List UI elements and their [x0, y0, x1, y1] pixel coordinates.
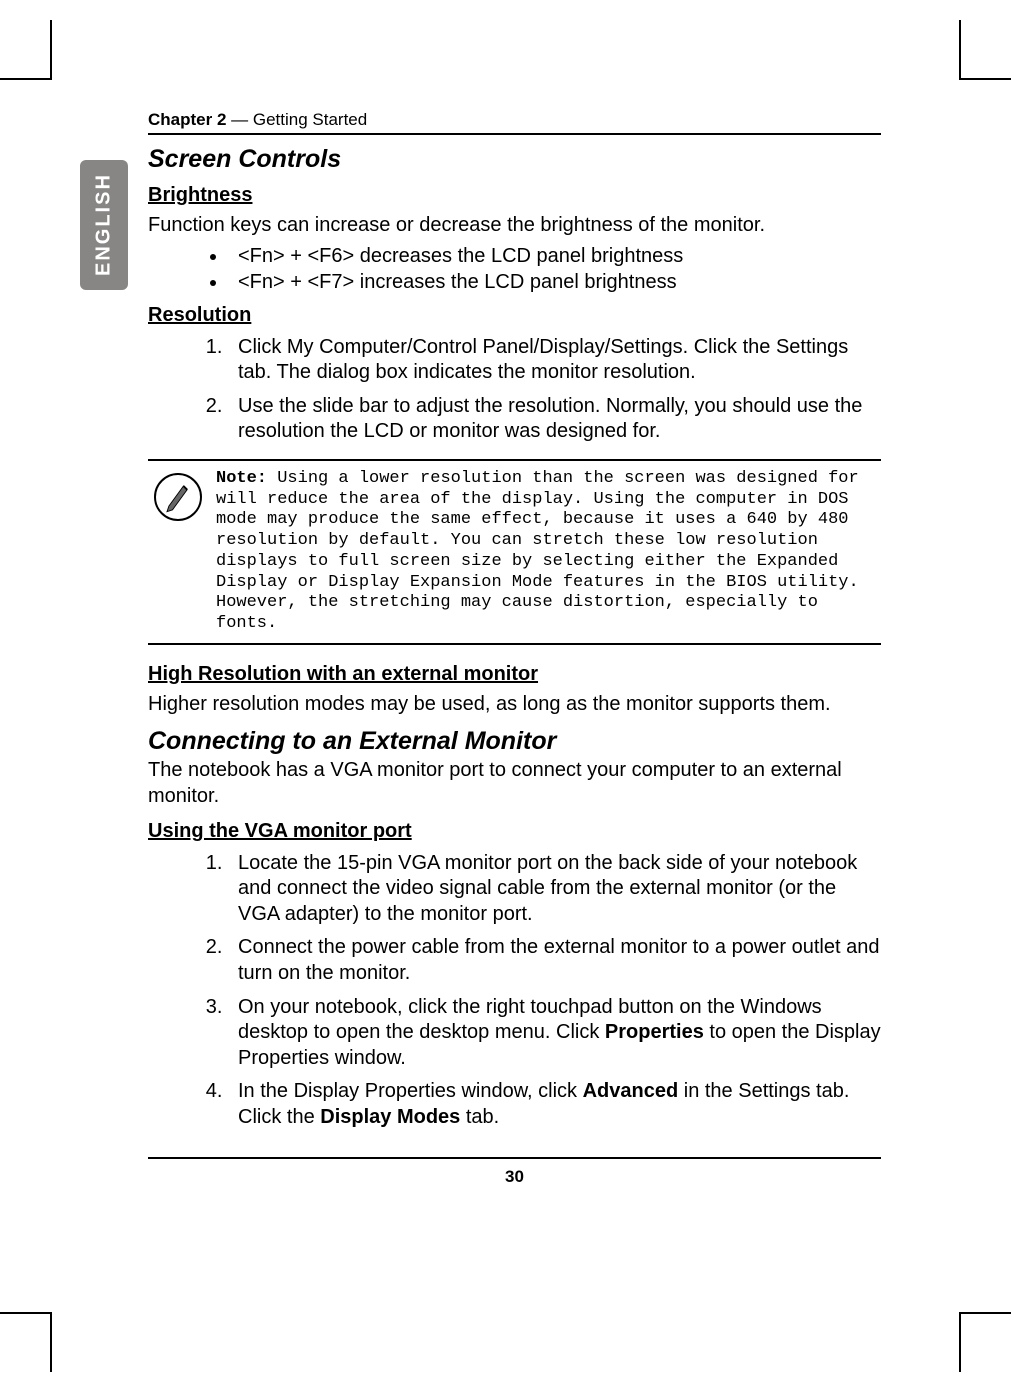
list-item: Connect the power cable from the externa… — [228, 935, 881, 986]
text: In the Display Properties window, click — [238, 1080, 583, 1102]
heading-resolution: Resolution — [148, 304, 881, 327]
chapter-title: — Getting Started — [226, 110, 367, 129]
text: tab. — [460, 1106, 499, 1128]
list-item: <Fn> + <F6> decreases the LCD panel brig… — [228, 245, 881, 268]
note-callout: Note: Using a lower resolution than the … — [148, 459, 881, 645]
chapter-number: Chapter 2 — [148, 110, 226, 129]
heading-brightness: Brightness — [148, 184, 881, 207]
page-number: 30 — [148, 1157, 881, 1187]
pencil-icon — [154, 473, 202, 521]
section-external-monitor: Connecting to an External Monitor — [148, 727, 881, 756]
chapter-header: Chapter 2 — Getting Started — [148, 110, 881, 135]
list-item: Use the slide bar to adjust the resoluti… — [228, 394, 881, 445]
bold-text: Display Modes — [320, 1106, 460, 1128]
list-item: On your notebook, click the right touchp… — [228, 995, 881, 1072]
high-resolution-text: Higher resolution modes may be used, as … — [148, 692, 881, 718]
list-item: Click My Computer/Control Panel/Display/… — [228, 335, 881, 386]
heading-vga-port: Using the VGA monitor port — [148, 820, 881, 843]
heading-high-resolution: High Resolution with an external monitor — [148, 663, 881, 686]
list-item: In the Display Properties window, click … — [228, 1079, 881, 1130]
brightness-intro: Function keys can increase or decrease t… — [148, 213, 881, 239]
bold-text: Properties — [605, 1021, 704, 1043]
note-body: Using a lower resolution than the screen… — [216, 469, 859, 633]
external-monitor-intro: The notebook has a VGA monitor port to c… — [148, 758, 881, 809]
bold-text: Advanced — [583, 1080, 679, 1102]
language-tab: ENGLISH — [80, 160, 128, 290]
note-label: Note: — [216, 469, 267, 488]
list-item: <Fn> + <F7> increases the LCD panel brig… — [228, 271, 881, 294]
section-screen-controls: Screen Controls — [148, 145, 881, 174]
list-item: Locate the 15-pin VGA monitor port on th… — [228, 851, 881, 928]
note-text: Note: Using a lower resolution than the … — [216, 469, 881, 635]
